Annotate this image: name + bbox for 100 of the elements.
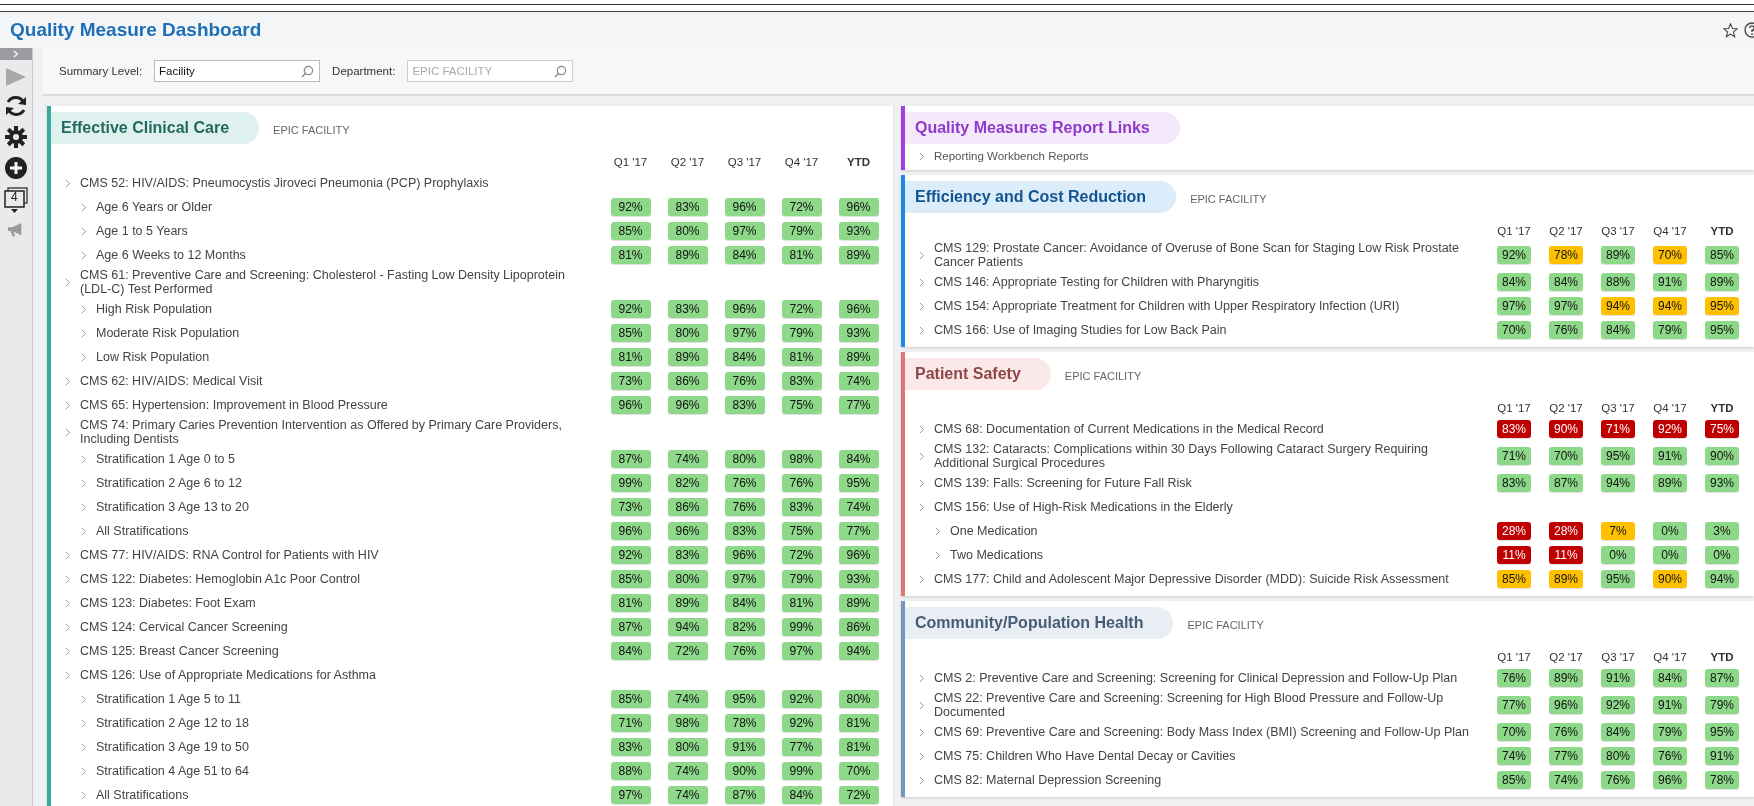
measure-label[interactable]: Two Medications: [950, 548, 1044, 562]
chevron-icon[interactable]: [935, 526, 941, 536]
measure-label[interactable]: Age 6 Years or Older: [96, 200, 213, 214]
score-badge: 0%: [1653, 546, 1687, 564]
chevron-icon[interactable]: [919, 250, 925, 260]
measure-label[interactable]: Stratification 1 Age 0 to 5: [96, 452, 235, 466]
measure-label[interactable]: All Stratifications: [96, 788, 189, 802]
refresh-icon[interactable]: [4, 94, 28, 118]
measure-label[interactable]: CMS 166: Use of Imaging Studies for Low Back Pain: [934, 323, 1227, 337]
chevron-icon[interactable]: [81, 742, 87, 752]
chevron-icon[interactable]: [919, 301, 925, 311]
chevron-icon[interactable]: [919, 775, 925, 785]
measure-label[interactable]: CMS 61: Preventive Care and Screening: Cholesterol - Fasting Low Density Lipoprotein (LDL-C) Test Performed: [80, 268, 596, 296]
measure-label[interactable]: CMS 123: Diabetes: Foot Exam: [80, 596, 256, 610]
measure-label[interactable]: All Stratifications: [96, 524, 189, 538]
measure-label[interactable]: Age 1 to 5 Years: [96, 224, 188, 238]
search-field[interactable]: Facility: [154, 60, 321, 82]
measure-label[interactable]: CMS 124: Cervical Cancer Screening: [80, 620, 288, 634]
chevron-icon[interactable]: [65, 178, 71, 188]
chevron-icon[interactable]: [65, 376, 71, 386]
measure-label[interactable]: CMS 132: Cataracts: Complications within 30 Days Following Cataract Surgery Requiring Additional Surgical Procedures: [934, 442, 1484, 470]
measure-label[interactable]: CMS 77: HIV/AIDS: RNA Control for Patients with HIV: [80, 548, 379, 562]
chevron-icon[interactable]: [919, 451, 925, 461]
measure-label[interactable]: Stratification 1 Age 5 to 11: [96, 692, 241, 706]
measure-label[interactable]: CMS 62: HIV/AIDS: Medical Visit: [80, 374, 263, 388]
chevron-icon[interactable]: [65, 622, 71, 632]
measure-label[interactable]: Moderate Risk Population: [96, 326, 240, 340]
play-icon[interactable]: [4, 67, 28, 87]
measure-label[interactable]: CMS 154: Appropriate Treatment for Children with Upper Respiratory Infection (URI): [934, 299, 1400, 313]
score-badge: 79%: [781, 324, 822, 342]
chevron-icon[interactable]: [919, 700, 925, 710]
chevron-icon[interactable]: [81, 226, 87, 236]
measure-label[interactable]: Stratification 3 Age 19 to 50: [96, 740, 249, 754]
chevron-icon[interactable]: [919, 727, 925, 737]
score-badge: 89%: [667, 594, 708, 612]
measure-label[interactable]: CMS 129: Prostate Cancer: Avoidance of Overuse of Bone Scan for Staging Low Risk Prostate Cancer Patients: [934, 241, 1484, 269]
chevron-icon[interactable]: [81, 766, 87, 776]
measure-label[interactable]: Stratification 2 Age 12 to 18: [96, 716, 249, 730]
measure-label[interactable]: CMS 68: Documentation of Current Medications in the Medical Record: [934, 422, 1324, 436]
chevron-icon[interactable]: [65, 427, 71, 437]
measure-label[interactable]: CMS 156: Use of High-Risk Medications in the Elderly: [934, 500, 1233, 514]
chevron-icon[interactable]: [919, 424, 925, 434]
measure-label[interactable]: Low Risk Population: [96, 350, 210, 364]
chevron-icon[interactable]: [81, 526, 87, 536]
measure-label[interactable]: Stratification 4 Age 51 to 64: [96, 764, 249, 778]
chevron-icon[interactable]: [65, 550, 71, 560]
chevron-icon[interactable]: [65, 277, 71, 287]
measure-label[interactable]: CMS 65: Hypertension: Improvement in Blood Pressure: [80, 398, 388, 412]
monitor-button[interactable]: 4: [3, 187, 29, 215]
measure-label[interactable]: Stratification 2 Age 6 to 12: [96, 476, 242, 490]
chevron-icon[interactable]: [919, 151, 925, 161]
chevron-icon[interactable]: [65, 598, 71, 608]
measure-label[interactable]: One Medication: [950, 524, 1038, 538]
column-header: Q3 '17: [1600, 401, 1636, 416]
chevron-icon[interactable]: [919, 277, 925, 287]
chevron-icon[interactable]: [81, 250, 87, 260]
measure-label[interactable]: CMS 122: Diabetes: Hemoglobin A1c Poor Control: [80, 572, 360, 586]
measure-label[interactable]: CMS 82: Maternal Depression Screening: [934, 773, 1162, 787]
chevron-icon[interactable]: [65, 574, 71, 584]
chevron-icon[interactable]: [65, 670, 71, 680]
chevron-icon[interactable]: [81, 352, 87, 362]
chevron-icon[interactable]: [81, 478, 87, 488]
measure-label[interactable]: CMS 177: Child and Adolescent Major Depressive Disorder (MDD): Suicide Risk Assessment: [934, 572, 1449, 586]
chevron-icon[interactable]: [935, 550, 941, 560]
chevron-icon[interactable]: [919, 673, 925, 683]
chevron-icon[interactable]: [65, 400, 71, 410]
score-badge: 75%: [1705, 420, 1739, 438]
chevron-icon[interactable]: [81, 790, 87, 800]
chevron-icon[interactable]: [919, 325, 925, 335]
star-icon[interactable]: [1723, 22, 1738, 38]
measure-label[interactable]: CMS 146: Appropriate Testing for Children with Pharyngitis: [934, 275, 1259, 289]
score-badge: 85%: [610, 222, 651, 240]
report-link[interactable]: Reporting Workbench Reports: [934, 150, 1089, 162]
measure-label[interactable]: CMS 69: Preventive Care and Screening: Body Mass Index (BMI) Screening and Follow-Up Plan: [934, 725, 1469, 739]
add-icon[interactable]: [4, 156, 28, 180]
measure-label[interactable]: High Risk Population: [96, 302, 213, 316]
measure-label[interactable]: Stratification 3 Age 13 to 20: [96, 500, 249, 514]
score-badge: 92%: [610, 198, 651, 216]
chevron-icon[interactable]: [81, 718, 87, 728]
chevron-icon[interactable]: [65, 646, 71, 656]
measure-label[interactable]: CMS 75: Children Who Have Dental Decay or Cavities: [934, 749, 1236, 763]
expand-button[interactable]: [0, 48, 32, 60]
measure-label[interactable]: CMS 126: Use of Appropriate Medications for Asthma: [80, 668, 376, 682]
measure-label[interactable]: Age 6 Weeks to 12 Months: [96, 248, 246, 262]
chevron-icon[interactable]: [81, 694, 87, 704]
chevron-icon[interactable]: [81, 502, 87, 512]
measure-label[interactable]: CMS 52: HIV/AIDS: Pneumocystis Jiroveci Pneumonia (PCP) Prophylaxis: [80, 176, 489, 190]
chevron-icon[interactable]: [919, 478, 925, 488]
measure-label[interactable]: CMS 139: Falls: Screening for Future Fall Risk: [934, 476, 1192, 490]
chevron-icon[interactable]: [919, 574, 925, 584]
chevron-icon[interactable]: [919, 502, 925, 512]
chevron-icon[interactable]: [81, 202, 87, 212]
chevron-icon[interactable]: [919, 751, 925, 761]
measure-label[interactable]: CMS 74: Primary Caries Prevention Intervention as Offered by Primary Care Providers, Including Dentists: [80, 418, 596, 446]
measure-label[interactable]: CMS 22: Preventive Care and Screening: Screening for High Blood Pressure and Follow-Up Documented: [934, 691, 1484, 719]
measure-label[interactable]: CMS 125: Breast Cancer Screening: [80, 644, 279, 658]
measure-label[interactable]: CMS 2: Preventive Care and Screening: Screening for Clinical Depression and Follow-Up Plan: [934, 671, 1458, 685]
chevron-icon[interactable]: [81, 454, 87, 464]
chevron-icon[interactable]: [81, 328, 87, 338]
chevron-icon[interactable]: [81, 304, 87, 314]
